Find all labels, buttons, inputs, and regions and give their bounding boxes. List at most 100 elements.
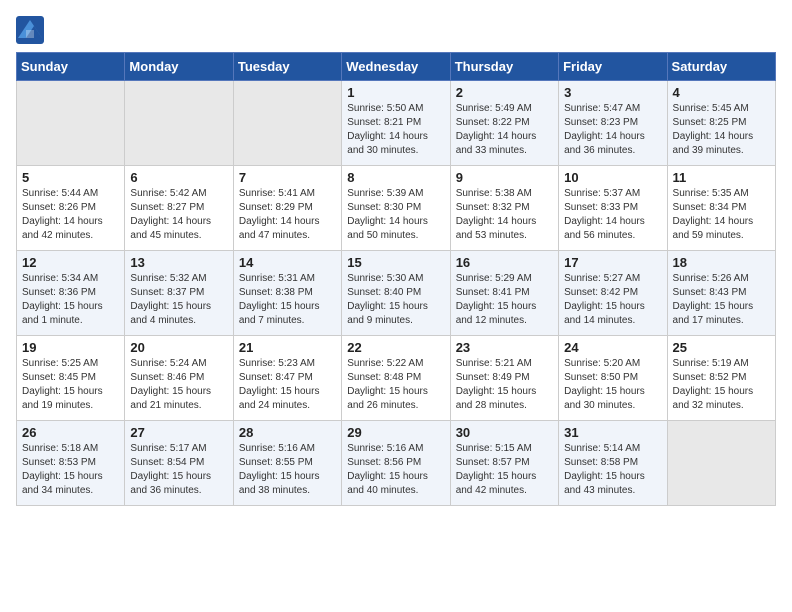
calendar-cell: 7 Sunrise: 5:41 AM Sunset: 8:29 PM Daylig… — [233, 166, 341, 251]
calendar-cell: 29 Sunrise: 5:16 AM Sunset: 8:56 PM Dayli… — [342, 421, 450, 506]
cell-content: Sunrise: 5:16 AM Sunset: 8:56 PM Dayligh… — [347, 442, 444, 498]
cell-content: Sunrise: 5:21 AM Sunset: 8:49 PM Dayligh… — [456, 357, 553, 413]
day-number: 7 — [239, 170, 336, 185]
calendar-cell: 13 Sunrise: 5:32 AM Sunset: 8:37 PM Dayli… — [125, 251, 233, 336]
day-number: 1 — [347, 85, 444, 100]
calendar-cell — [233, 81, 341, 166]
calendar-week-row: 12Sunrise: 5:34 AM Sunset: 8:36 PM Dayli… — [17, 251, 776, 336]
calendar-cell: 27 Sunrise: 5:17 AM Sunset: 8:54 PM Dayli… — [125, 421, 233, 506]
calendar-table: SundayMondayTuesdayWednesdayThursdayFrid… — [16, 52, 776, 506]
calendar-cell: 5 Sunrise: 5:44 AM Sunset: 8:26 PM Daylig… — [17, 166, 125, 251]
header-row: SundayMondayTuesdayWednesdayThursdayFrid… — [17, 53, 776, 81]
cell-content: Sunrise: 5:27 AM Sunset: 8:42 PM Dayligh… — [564, 272, 661, 328]
calendar-cell: 18 Sunrise: 5:26 AM Sunset: 8:43 PM Dayli… — [667, 251, 775, 336]
calendar-cell: 11Sunrise: 5:35 AM Sunset: 8:34 PM Dayli… — [667, 166, 775, 251]
calendar-cell: 20 Sunrise: 5:24 AM Sunset: 8:46 PM Dayli… — [125, 336, 233, 421]
cell-content: Sunrise: 5:19 AM Sunset: 8:52 PM Dayligh… — [673, 357, 770, 413]
cell-content: Sunrise: 5:16 AM Sunset: 8:55 PM Dayligh… — [239, 442, 336, 498]
cell-content: Sunrise: 5:14 AM Sunset: 8:58 PM Dayligh… — [564, 442, 661, 498]
calendar-cell: 24 Sunrise: 5:20 AM Sunset: 8:50 PM Dayli… — [559, 336, 667, 421]
day-number: 21 — [239, 340, 336, 355]
cell-content: Sunrise: 5:39 AM Sunset: 8:30 PM Dayligh… — [347, 187, 444, 243]
day-number: 6 — [130, 170, 227, 185]
cell-content: Sunrise: 5:22 AM Sunset: 8:48 PM Dayligh… — [347, 357, 444, 413]
day-number: 25 — [673, 340, 770, 355]
header-day: Sunday — [17, 53, 125, 81]
day-number: 27 — [130, 425, 227, 440]
day-number: 26 — [22, 425, 119, 440]
day-number: 30 — [456, 425, 553, 440]
calendar-cell — [125, 81, 233, 166]
cell-content: Sunrise: 5:29 AM Sunset: 8:41 PM Dayligh… — [456, 272, 553, 328]
cell-content: Sunrise: 5:41 AM Sunset: 8:29 PM Dayligh… — [239, 187, 336, 243]
calendar-cell: 23 Sunrise: 5:21 AM Sunset: 8:49 PM Dayli… — [450, 336, 558, 421]
calendar-cell: 22 Sunrise: 5:22 AM Sunset: 8:48 PM Dayli… — [342, 336, 450, 421]
calendar-cell — [667, 421, 775, 506]
day-number: 28 — [239, 425, 336, 440]
cell-content: Sunrise: 5:34 AM Sunset: 8:36 PM Dayligh… — [22, 272, 119, 328]
header-day: Thursday — [450, 53, 558, 81]
calendar-cell: 17 Sunrise: 5:27 AM Sunset: 8:42 PM Dayli… — [559, 251, 667, 336]
cell-content: Sunrise: 5:20 AM Sunset: 8:50 PM Dayligh… — [564, 357, 661, 413]
calendar-cell: 2 Sunrise: 5:49 AM Sunset: 8:22 PM Daylig… — [450, 81, 558, 166]
calendar-cell: 9 Sunrise: 5:38 AM Sunset: 8:32 PM Daylig… — [450, 166, 558, 251]
header-day: Monday — [125, 53, 233, 81]
day-number: 5 — [22, 170, 119, 185]
calendar-cell: 28 Sunrise: 5:16 AM Sunset: 8:55 PM Dayli… — [233, 421, 341, 506]
logo-icon — [16, 16, 44, 44]
day-number: 11 — [673, 170, 770, 185]
calendar-cell: 8 Sunrise: 5:39 AM Sunset: 8:30 PM Daylig… — [342, 166, 450, 251]
header-day: Wednesday — [342, 53, 450, 81]
cell-content: Sunrise: 5:38 AM Sunset: 8:32 PM Dayligh… — [456, 187, 553, 243]
calendar-cell: 12Sunrise: 5:34 AM Sunset: 8:36 PM Dayli… — [17, 251, 125, 336]
cell-content: Sunrise: 5:47 AM Sunset: 8:23 PM Dayligh… — [564, 102, 661, 158]
day-number: 19 — [22, 340, 119, 355]
day-number: 24 — [564, 340, 661, 355]
day-number: 2 — [456, 85, 553, 100]
calendar-cell: 1 Sunrise: 5:50 AM Sunset: 8:21 PM Daylig… — [342, 81, 450, 166]
day-number: 17 — [564, 255, 661, 270]
day-number: 10 — [564, 170, 661, 185]
cell-content: Sunrise: 5:50 AM Sunset: 8:21 PM Dayligh… — [347, 102, 444, 158]
header-day: Friday — [559, 53, 667, 81]
day-number: 13 — [130, 255, 227, 270]
calendar-week-row: 19 Sunrise: 5:25 AM Sunset: 8:45 PM Dayli… — [17, 336, 776, 421]
cell-content: Sunrise: 5:49 AM Sunset: 8:22 PM Dayligh… — [456, 102, 553, 158]
logo — [16, 16, 46, 44]
calendar-cell — [17, 81, 125, 166]
cell-content: Sunrise: 5:26 AM Sunset: 8:43 PM Dayligh… — [673, 272, 770, 328]
day-number: 8 — [347, 170, 444, 185]
cell-content: Sunrise: 5:30 AM Sunset: 8:40 PM Dayligh… — [347, 272, 444, 328]
calendar-cell: 25 Sunrise: 5:19 AM Sunset: 8:52 PM Dayli… — [667, 336, 775, 421]
day-number: 23 — [456, 340, 553, 355]
day-number: 15 — [347, 255, 444, 270]
day-number: 3 — [564, 85, 661, 100]
day-number: 20 — [130, 340, 227, 355]
calendar-cell: 30Sunrise: 5:15 AM Sunset: 8:57 PM Dayli… — [450, 421, 558, 506]
cell-content: Sunrise: 5:17 AM Sunset: 8:54 PM Dayligh… — [130, 442, 227, 498]
cell-content: Sunrise: 5:42 AM Sunset: 8:27 PM Dayligh… — [130, 187, 227, 243]
day-number: 18 — [673, 255, 770, 270]
calendar-cell: 26Sunrise: 5:18 AM Sunset: 8:53 PM Dayli… — [17, 421, 125, 506]
cell-content: Sunrise: 5:31 AM Sunset: 8:38 PM Dayligh… — [239, 272, 336, 328]
cell-content: Sunrise: 5:32 AM Sunset: 8:37 PM Dayligh… — [130, 272, 227, 328]
calendar-cell: 10Sunrise: 5:37 AM Sunset: 8:33 PM Dayli… — [559, 166, 667, 251]
cell-content: Sunrise: 5:25 AM Sunset: 8:45 PM Dayligh… — [22, 357, 119, 413]
cell-content: Sunrise: 5:24 AM Sunset: 8:46 PM Dayligh… — [130, 357, 227, 413]
day-number: 22 — [347, 340, 444, 355]
day-number: 14 — [239, 255, 336, 270]
calendar-cell: 15 Sunrise: 5:30 AM Sunset: 8:40 PM Dayli… — [342, 251, 450, 336]
calendar-cell: 16 Sunrise: 5:29 AM Sunset: 8:41 PM Dayli… — [450, 251, 558, 336]
page-header — [16, 16, 776, 44]
day-number: 16 — [456, 255, 553, 270]
cell-content: Sunrise: 5:23 AM Sunset: 8:47 PM Dayligh… — [239, 357, 336, 413]
day-number: 4 — [673, 85, 770, 100]
header-day: Tuesday — [233, 53, 341, 81]
day-number: 29 — [347, 425, 444, 440]
calendar-cell: 6 Sunrise: 5:42 AM Sunset: 8:27 PM Daylig… — [125, 166, 233, 251]
day-number: 9 — [456, 170, 553, 185]
calendar-week-row: 5 Sunrise: 5:44 AM Sunset: 8:26 PM Daylig… — [17, 166, 776, 251]
calendar-cell: 19 Sunrise: 5:25 AM Sunset: 8:45 PM Dayli… — [17, 336, 125, 421]
cell-content: Sunrise: 5:44 AM Sunset: 8:26 PM Dayligh… — [22, 187, 119, 243]
cell-content: Sunrise: 5:45 AM Sunset: 8:25 PM Dayligh… — [673, 102, 770, 158]
